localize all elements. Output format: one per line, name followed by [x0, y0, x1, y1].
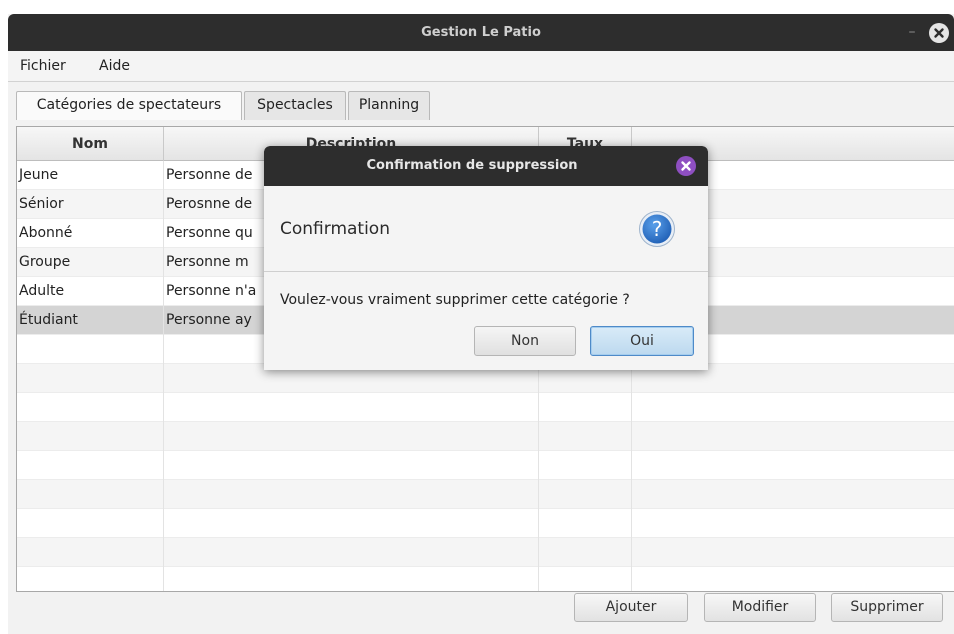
- cell-nom: Adulte: [17, 277, 164, 306]
- tab-categories[interactable]: Catégories de spectateurs: [16, 91, 242, 120]
- empty-cell: [164, 538, 539, 567]
- cell-nom: Étudiant: [17, 306, 164, 335]
- cancel-button[interactable]: Non: [474, 326, 576, 356]
- confirm-button[interactable]: Oui: [590, 326, 694, 356]
- cell-nom: Groupe: [17, 248, 164, 277]
- empty-cell: [17, 393, 164, 422]
- empty-row: [17, 480, 954, 509]
- empty-cell: [17, 480, 164, 509]
- menu-aide[interactable]: Aide: [99, 51, 130, 82]
- tab-planning[interactable]: Planning: [348, 91, 430, 120]
- add-button[interactable]: Ajouter: [574, 593, 688, 622]
- empty-cell: [539, 480, 632, 509]
- empty-cell: [17, 538, 164, 567]
- question-icon: ?: [638, 210, 676, 248]
- empty-cell: [164, 422, 539, 451]
- tab-spectacles[interactable]: Spectacles: [244, 91, 346, 120]
- empty-cell: [17, 567, 164, 591]
- empty-row: [17, 538, 954, 567]
- empty-row: [17, 422, 954, 451]
- tab-bar: Catégories de spectateurs Spectacles Pla…: [16, 91, 946, 120]
- dialog-close-icon[interactable]: [676, 156, 696, 176]
- empty-cell: [17, 451, 164, 480]
- cell-nom: Abonné: [17, 219, 164, 248]
- empty-cell: [17, 364, 164, 393]
- menu-bar: Fichier Aide: [8, 51, 954, 82]
- confirmation-dialog: Confirmation de suppression Confirmation…: [264, 146, 708, 370]
- empty-cell: [539, 509, 632, 538]
- empty-row: [17, 393, 954, 422]
- cell-nom: Sénior: [17, 190, 164, 219]
- empty-cell: [17, 335, 164, 364]
- empty-cell: [539, 451, 632, 480]
- delete-button[interactable]: Supprimer: [831, 593, 943, 622]
- empty-row: [17, 451, 954, 480]
- window-title: Gestion Le Patio: [421, 25, 541, 40]
- empty-cell: [164, 451, 539, 480]
- empty-cell: [17, 422, 164, 451]
- edit-button[interactable]: Modifier: [704, 593, 816, 622]
- minimize-icon[interactable]: –: [905, 22, 919, 42]
- menu-fichier[interactable]: Fichier: [20, 51, 66, 82]
- empty-cell: [17, 509, 164, 538]
- empty-cell: [164, 480, 539, 509]
- cell-nom: Jeune: [17, 161, 164, 190]
- window-close-icon[interactable]: [929, 23, 949, 43]
- svg-text:?: ?: [652, 217, 663, 241]
- empty-row: [17, 509, 954, 538]
- empty-cell: [539, 567, 632, 591]
- empty-cell: [539, 538, 632, 567]
- dialog-heading: Confirmation: [280, 219, 390, 239]
- column-header-nom[interactable]: Nom: [17, 127, 164, 161]
- dialog-header: Confirmation ?: [264, 186, 708, 272]
- empty-cell: [164, 567, 539, 591]
- window-titlebar[interactable]: Gestion Le Patio –: [8, 14, 954, 51]
- empty-cell: [539, 393, 632, 422]
- dialog-titlebar[interactable]: Confirmation de suppression: [264, 146, 708, 186]
- dialog-message: Voulez-vous vraiment supprimer cette cat…: [280, 292, 630, 308]
- empty-cell: [164, 393, 539, 422]
- empty-row: [17, 567, 954, 591]
- empty-cell: [539, 422, 632, 451]
- empty-cell: [164, 509, 539, 538]
- dialog-title: Confirmation de suppression: [366, 158, 578, 173]
